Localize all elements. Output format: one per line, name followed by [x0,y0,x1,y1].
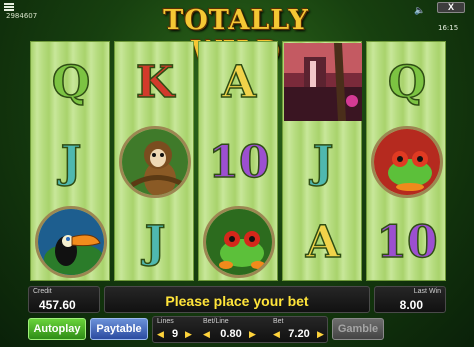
bet-label: Bet [273,318,284,325]
symbol-letter: J [60,136,82,189]
bet-line-label: Bet/Line [203,318,229,325]
symbol-letter: K [135,56,175,109]
control-panel: Credit 457.60 Please place your bet Last… [0,283,474,347]
reel-symbol [367,122,447,202]
reel-symbol: J [283,122,363,202]
reel-4: J A [282,41,362,281]
reel-symbol: K [115,42,195,122]
reel-3: A 10 [198,41,278,281]
reel-symbol: A [199,42,279,122]
reel-symbol: 10 [199,122,279,202]
gamble-button[interactable]: Gamble [332,318,384,340]
symbol-letter: 10 [376,216,439,269]
reel-symbol: J [31,122,111,202]
symbol-letter: Q [51,56,91,109]
bet-controls: Lines ◀ 9 ▶ Bet/Line ◀ 0.80 ▶ Bet ◀ 7.20… [152,316,328,343]
credit-value: 457.60 [39,298,76,312]
symbol-letter: Q [387,56,427,109]
frog-icon [203,206,275,278]
lines-value: 9 [171,328,179,340]
speaker-icon[interactable]: 🔈 [414,5,425,16]
reel-symbol: Q [367,42,447,122]
menu-icon[interactable] [4,3,14,11]
last-win-value: 8.00 [399,298,423,312]
symbol-letter: J [144,216,166,269]
bet-decrease-button[interactable]: ◀ [273,327,280,341]
bet-line-increase-button[interactable]: ▶ [249,327,256,341]
reels-area: Q J K J A 10 J A Q 10 [30,41,446,281]
reel-symbol: 10 [367,202,447,282]
clock: 16:15 [438,24,459,32]
symbol-letter: J [312,136,334,189]
top-bar: 2984607 TOTALLY WILD 🔈 X 16:15 [0,0,474,67]
reel-symbol [115,122,195,202]
last-win-label: Last Win [413,288,441,295]
jungle-waterfall-icon [284,43,362,121]
bet-value: 7.20 [288,328,310,340]
lines-decrease-button[interactable]: ◀ [157,327,164,341]
reel-symbol: J [115,202,195,282]
paytable-button[interactable]: Paytable [90,318,148,340]
reel-2: K J [114,41,194,281]
autoplay-button[interactable]: Autoplay [28,318,86,340]
frog-icon [371,126,443,198]
game-id: 2984607 [6,12,38,20]
lines-increase-button[interactable]: ▶ [185,327,192,341]
bet-line-decrease-button[interactable]: ◀ [203,327,210,341]
monkey-icon [119,126,191,198]
message-bar: Please place your bet [104,286,370,313]
lines-label: Lines [157,318,174,325]
bet-message: Please place your bet [165,293,309,309]
reel-5: Q 10 [366,41,446,281]
toucan-icon [35,206,107,278]
reel-symbol: A [283,202,363,282]
symbol-letter: A [305,216,341,269]
bet-line-value: 0.80 [220,328,242,340]
reel-symbol [199,202,279,282]
credit-label: Credit [33,288,52,295]
reel-symbol [31,202,111,282]
reel-symbol [283,42,363,122]
reel-1: Q J [30,41,110,281]
symbol-letter: 10 [208,136,271,189]
close-button[interactable]: X [437,2,465,13]
symbol-letter: A [221,56,257,109]
last-win-box: Last Win 8.00 [374,286,446,313]
bet-increase-button[interactable]: ▶ [317,327,324,341]
reel-symbol: Q [31,42,111,122]
credit-box: Credit 457.60 [28,286,100,313]
game-logo: TOTALLY WILD [163,5,309,67]
